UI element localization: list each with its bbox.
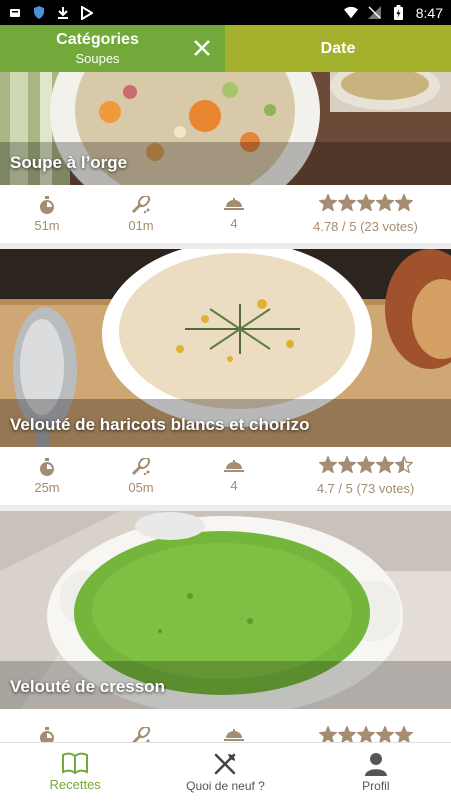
status-time: 8:47	[416, 5, 443, 21]
star-icon	[376, 456, 394, 473]
star-icon	[338, 456, 356, 473]
star-icon	[395, 194, 413, 211]
cook-time-value: 01m	[128, 218, 153, 233]
prep-time: 51m	[0, 185, 94, 243]
prep-time: 25m	[0, 447, 94, 505]
nav-item-label: Profil	[362, 779, 389, 793]
recipe-title: Velouté de cresson	[10, 677, 165, 697]
rating-value: 4.7 / 5 (73 votes)	[317, 481, 415, 496]
status-bar-right: 8:47	[344, 5, 443, 21]
rating: 4.78 / 5 (23 votes)	[280, 185, 451, 243]
download-icon	[56, 6, 70, 20]
recipe-meta: 25m 05m 4 4.7 / 5 (73 votes)	[0, 447, 451, 505]
whisk-icon	[131, 458, 151, 476]
servings-value: 4	[230, 216, 237, 231]
prep-time	[0, 709, 94, 742]
dish-icon	[224, 460, 244, 474]
cook-time: 01m	[94, 185, 188, 243]
star-icon	[357, 456, 375, 473]
user-icon	[364, 752, 388, 776]
media-icon	[80, 6, 94, 20]
cook-time-value: 05m	[128, 480, 153, 495]
nav-item-quoi-de-neuf[interactable]: Quoi de neuf ?	[150, 743, 300, 801]
recipe-feed[interactable]: Soupe à l’orge 51m 01m 4 4.78 / 5 (23 vo…	[0, 72, 451, 742]
status-bar-left	[8, 6, 94, 20]
star-icon	[395, 456, 413, 473]
recipe-card[interactable]: Velouté de haricots blancs et chorizo 25…	[0, 249, 451, 505]
star-icon	[395, 726, 413, 743]
category-filter-title: Catégories	[56, 31, 139, 49]
nav-item-profil[interactable]: Profil	[301, 743, 451, 801]
rating: 4.7 / 5 (73 votes)	[280, 447, 451, 505]
recipe-image: Soupe à l’orge	[0, 72, 451, 185]
no-sim-icon	[368, 6, 382, 20]
notification-icon	[8, 6, 22, 20]
star-icon	[357, 194, 375, 211]
servings: 4	[188, 185, 280, 243]
bottom-nav: Recettes Quoi de neuf ? Profil	[0, 742, 451, 801]
star-icon	[319, 194, 337, 211]
date-sort-button[interactable]: Date	[225, 25, 451, 72]
battery-icon	[392, 6, 406, 20]
category-filter-value: Soupes	[75, 51, 119, 66]
recipe-title: Velouté de haricots blancs et chorizo	[10, 415, 309, 435]
recipe-card[interactable]: Soupe à l’orge 51m 01m 4 4.78 / 5 (23 vo…	[0, 72, 451, 243]
star-icon	[319, 726, 337, 743]
recipe-meta	[0, 709, 451, 742]
servings-value: 4	[230, 478, 237, 493]
star-icon	[338, 194, 356, 211]
star-icon	[319, 456, 337, 473]
shield-icon	[32, 6, 46, 20]
category-filter[interactable]: Catégories Soupes	[0, 25, 225, 72]
cook-time: 05m	[94, 447, 188, 505]
status-bar: 8:47	[0, 0, 451, 25]
star-rating	[319, 194, 413, 215]
nav-item-recettes[interactable]: Recettes	[0, 743, 150, 801]
recipe-card[interactable]: Velouté de cresson	[0, 511, 451, 742]
utensils-icon	[213, 752, 237, 776]
timer-icon	[39, 458, 55, 476]
prep-time-value: 25m	[34, 480, 59, 495]
prep-time-value: 51m	[34, 218, 59, 233]
servings: 4	[188, 447, 280, 505]
recipe-title: Soupe à l’orge	[10, 153, 127, 173]
servings	[188, 709, 280, 742]
star-icon	[376, 194, 394, 211]
dish-icon	[224, 198, 244, 212]
close-icon[interactable]	[191, 37, 213, 59]
star-icon	[338, 726, 356, 743]
whisk-icon	[131, 727, 151, 742]
rating	[280, 709, 451, 742]
star-icon	[376, 726, 394, 743]
rating-value: 4.78 / 5 (23 votes)	[313, 219, 418, 234]
cook-time	[94, 709, 188, 742]
star-icon	[357, 726, 375, 743]
wifi-icon	[344, 6, 358, 20]
whisk-icon	[131, 196, 151, 214]
recipe-meta: 51m 01m 4 4.78 / 5 (23 votes)	[0, 185, 451, 243]
star-rating	[319, 726, 413, 743]
filter-bar: Catégories Soupes Date	[0, 25, 451, 72]
nav-item-label: Recettes	[50, 777, 101, 792]
timer-icon	[39, 196, 55, 214]
recipe-image: Velouté de cresson	[0, 511, 451, 709]
star-rating	[319, 456, 413, 477]
dish-icon	[224, 729, 244, 742]
nav-item-label: Quoi de neuf ?	[186, 779, 265, 793]
recipe-image: Velouté de haricots blancs et chorizo	[0, 249, 451, 447]
book-icon	[62, 752, 88, 774]
timer-icon	[39, 727, 55, 742]
